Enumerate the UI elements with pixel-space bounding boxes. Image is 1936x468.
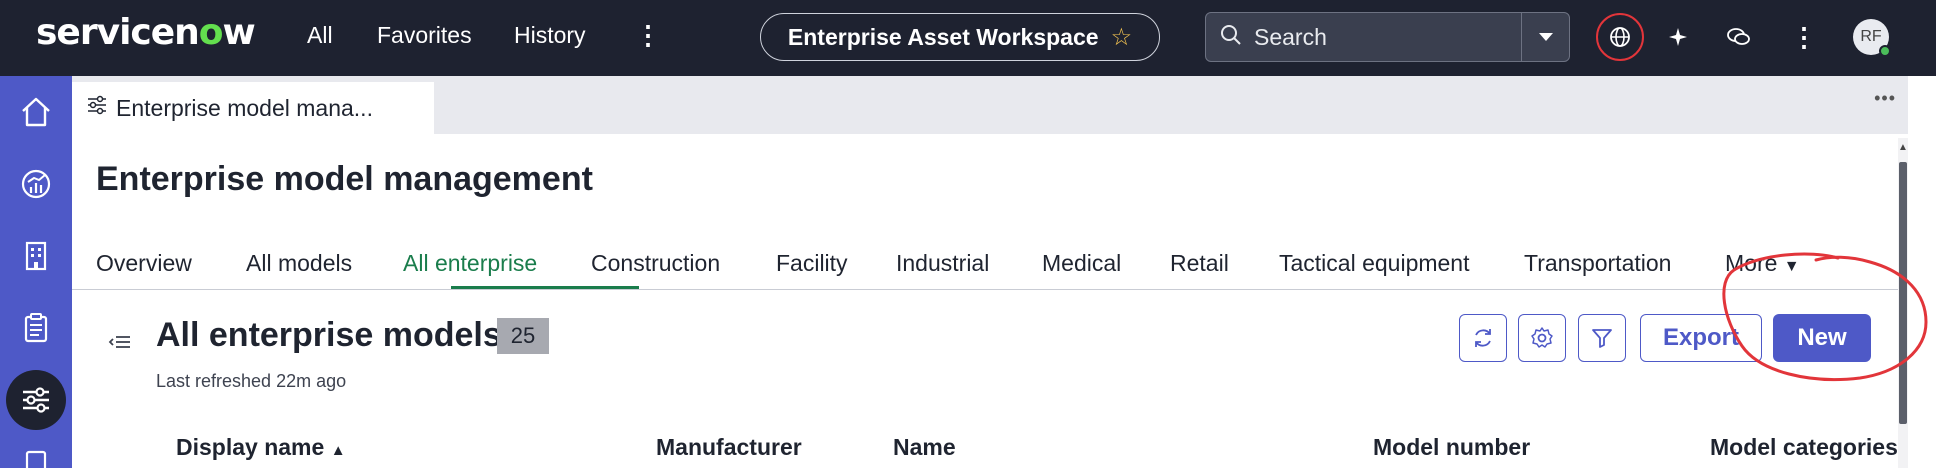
scrollbar-thumb[interactable] [1899,162,1907,424]
list-title: All enterprise models [156,316,502,354]
tab-overview[interactable]: Overview [96,250,192,277]
tab-more[interactable]: More ▼ [1725,250,1800,277]
tab-tactical-equipment[interactable]: Tactical equipment [1279,250,1470,277]
tab-medical[interactable]: Medical [1042,250,1121,277]
filter-button[interactable] [1578,314,1626,362]
tab-industrial[interactable]: Industrial [896,250,989,277]
column-display-name[interactable]: Display name ▲ [176,434,346,461]
sparkle-icon[interactable] [1658,16,1700,58]
vertical-scrollbar[interactable]: ▲ [1898,138,1908,468]
more-options-icon[interactable]: ⋮ [1791,24,1817,50]
selected-tab-indicator [451,286,639,289]
clipboard-icon[interactable] [14,306,58,350]
last-refreshed-text: Last refreshed 22m ago [156,371,347,391]
column-name[interactable]: Name [893,434,956,461]
left-sidebar [0,76,72,468]
column-model-number[interactable]: Model number [1373,434,1530,461]
export-button[interactable]: Export [1640,314,1762,362]
chevron-down-icon[interactable] [1521,13,1569,61]
chat-icon[interactable] [1718,16,1760,58]
filter-settings-icon [86,94,108,122]
tab-facility[interactable]: Facility [776,250,848,277]
nav-history[interactable]: History [514,22,586,49]
tab-overflow-icon[interactable]: ••• [1874,88,1896,109]
avatar-initials: RF [1860,28,1882,45]
caret-down-icon: ▼ [1783,258,1800,275]
document-icon[interactable] [14,448,58,468]
tab-all-enterprise[interactable]: All enterprise [403,250,537,277]
settings-button[interactable] [1518,314,1566,362]
page-title: Enterprise model management [96,160,593,198]
record-count-badge: 25 [497,318,549,354]
tab-all-models[interactable]: All models [246,250,352,277]
servicenow-logo[interactable]: servicenow [36,12,256,53]
top-navigation-bar: servicenow All Favorites History ⋮ Enter… [0,0,1936,76]
filter-icon [1592,329,1612,348]
avatar[interactable]: RF [1853,19,1891,57]
home-icon[interactable] [14,90,58,134]
search-placeholder: Search [1254,23,1327,50]
collapse-panel-icon[interactable] [108,332,132,357]
tab-retail[interactable]: Retail [1170,250,1229,277]
more-menu-icon[interactable]: ⋮ [635,22,661,48]
sliders-icon[interactable] [6,370,66,430]
globe-icon[interactable] [1596,13,1644,61]
nav-favorites[interactable]: Favorites [377,22,472,49]
workspace-switcher[interactable]: Enterprise Asset Workspace ☆ [760,13,1160,61]
scroll-up-icon[interactable]: ▲ [1898,142,1908,153]
tab-transportation[interactable]: Transportation [1524,250,1671,277]
refresh-icon [1475,329,1491,347]
tab-enterprise-model-management[interactable]: Enterprise model mana... [72,82,434,134]
workspace-title: Enterprise Asset Workspace [787,23,1099,50]
tab-label: Enterprise model mana... [116,94,373,121]
tab-construction[interactable]: Construction [591,250,720,277]
tab-more-label: More [1725,250,1778,276]
gear-icon [1531,327,1553,348]
refresh-button[interactable] [1459,314,1507,362]
search-icon [1220,24,1242,51]
new-button[interactable]: New [1773,314,1871,362]
dashboard-icon[interactable] [14,162,58,206]
online-status-dot [1879,45,1891,57]
subtab-bar: Overview All models All enterprise Const… [72,248,1908,290]
star-icon[interactable]: ☆ [1111,23,1133,52]
building-icon[interactable] [14,234,58,278]
column-label: Display name [176,434,325,460]
column-model-categories[interactable]: Model categories [1710,434,1898,461]
search-input[interactable]: Search [1205,12,1570,62]
sort-ascending-icon: ▲ [330,442,346,459]
nav-all[interactable]: All [307,22,333,49]
column-manufacturer[interactable]: Manufacturer [656,434,802,461]
tab-strip: Enterprise model mana... ••• [72,76,1908,134]
